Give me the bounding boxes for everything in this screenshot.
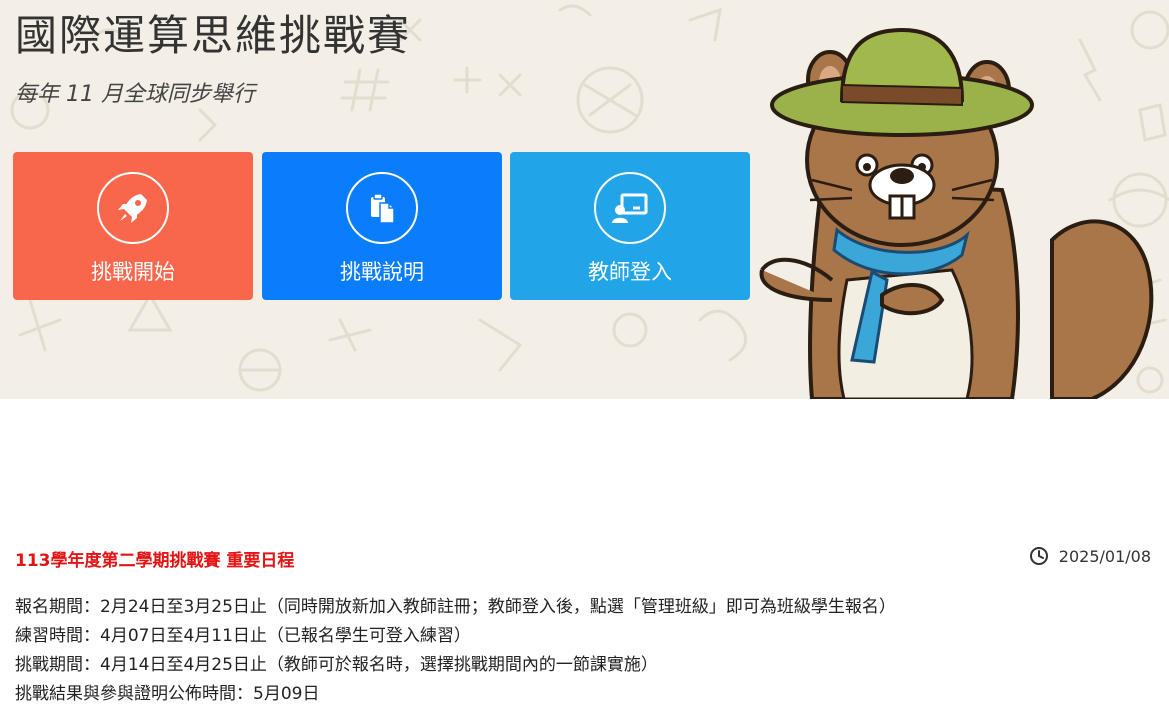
challenge-start-button[interactable]: 挑戰開始 bbox=[13, 152, 253, 300]
notice-date-text: 2025/01/08 bbox=[1058, 546, 1151, 566]
notice-title: 113學年度第二學期挑戰賽 重要日程 bbox=[15, 551, 295, 571]
rocket-icon bbox=[97, 172, 169, 244]
beaver-mascot bbox=[759, 27, 1154, 399]
challenge-guide-button[interactable]: 挑戰說明 bbox=[262, 152, 502, 300]
registration-period: 報名期間：2月24日至3月25日止（同時開放新加入教師註冊；教師登入後，點選「管… bbox=[15, 597, 896, 617]
hero-banner: 國際運算思維挑戰賽 每年 11 月全球同步舉行 挑戰開始 挑戰說明 教師登入 bbox=[0, 0, 1169, 399]
clock-icon bbox=[1029, 547, 1048, 565]
results-date: 挑戰結果與參與證明公佈時間：5月09日 bbox=[15, 684, 320, 704]
clipboard-copy-icon bbox=[346, 172, 418, 244]
teacher-board-icon bbox=[594, 172, 666, 244]
challenge-guide-label: 挑戰說明 bbox=[340, 260, 424, 284]
notice-body: 報名期間：2月24日至3月25日止（同時開放新加入教師註冊；教師登入後，點選「管… bbox=[15, 593, 1155, 709]
page-subtitle: 每年 11 月全球同步舉行 bbox=[15, 82, 255, 107]
practice-period: 練習時間：4月07日至4月11日止（已報名學生可登入練習） bbox=[15, 626, 471, 646]
challenge-period: 挑戰期間：4月14日至4月25日止（教師可於報名時，選擇挑戰期間內的一節課實施） bbox=[15, 655, 658, 675]
teacher-login-label: 教師登入 bbox=[588, 260, 672, 284]
challenge-start-label: 挑戰開始 bbox=[91, 260, 175, 284]
teacher-login-button[interactable]: 教師登入 bbox=[510, 152, 750, 300]
notice-date: 2025/01/08 bbox=[1029, 546, 1151, 566]
page-title: 國際運算思維挑戰賽 bbox=[15, 11, 412, 60]
